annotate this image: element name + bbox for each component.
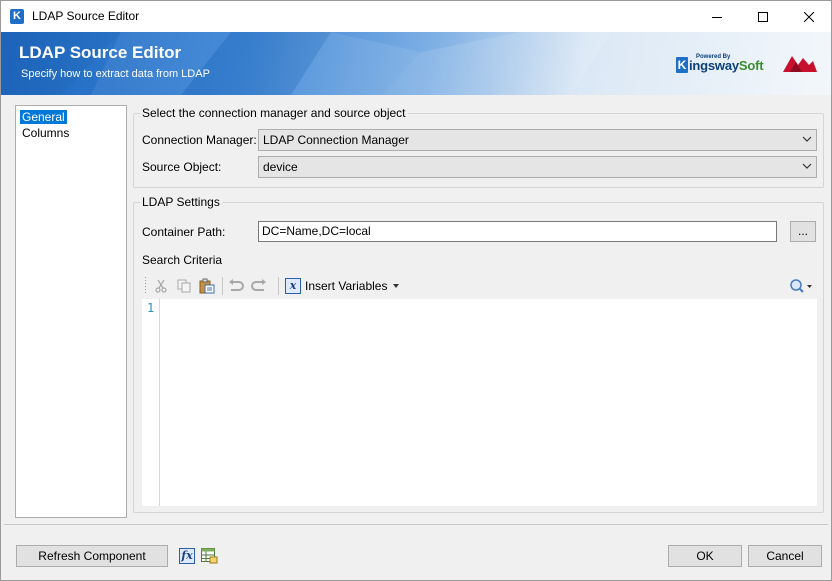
find-button[interactable] bbox=[788, 277, 814, 295]
search-criteria-label: Search Criteria bbox=[142, 253, 223, 267]
undo-button[interactable] bbox=[227, 277, 245, 295]
copy-button[interactable] bbox=[175, 277, 193, 295]
cut-button[interactable] bbox=[152, 277, 170, 295]
close-button[interactable] bbox=[786, 1, 832, 32]
banner-subtitle: Specify how to extract data from LDAP bbox=[21, 68, 210, 80]
insert-variables-label: Insert Variables bbox=[305, 279, 388, 293]
mountain-logo-icon bbox=[783, 56, 817, 72]
cancel-button[interactable]: Cancel bbox=[748, 545, 822, 567]
page-navigation-list: General Columns bbox=[15, 105, 127, 518]
nav-item-columns[interactable]: Columns bbox=[20, 126, 71, 140]
minimize-icon bbox=[712, 16, 722, 18]
nav-item-general[interactable]: General bbox=[20, 110, 67, 124]
toolbar-grip bbox=[145, 277, 146, 295]
refresh-component-button[interactable]: Refresh Component bbox=[16, 545, 168, 567]
connection-group-label: Select the connection manager and source… bbox=[140, 106, 408, 120]
copy-icon bbox=[177, 279, 191, 293]
connection-manager-value: LDAP Connection Manager bbox=[263, 133, 409, 147]
kingswaysoft-k-icon: K bbox=[10, 9, 24, 24]
editor-text-area[interactable] bbox=[164, 301, 817, 506]
chevron-down-icon bbox=[802, 136, 812, 142]
source-object-label: Source Object: bbox=[142, 160, 222, 174]
variable-x-icon: x bbox=[285, 278, 301, 294]
header-banner: LDAP Source Editor Specify how to extrac… bbox=[1, 32, 831, 95]
connection-manager-select[interactable]: LDAP Connection Manager bbox=[258, 129, 817, 151]
ok-button[interactable]: OK bbox=[668, 545, 742, 567]
paste-icon bbox=[199, 278, 215, 294]
ldap-source-editor-window: K LDAP Source Editor LDAP Source Editor … bbox=[0, 0, 832, 581]
table-settings-icon[interactable] bbox=[201, 548, 218, 564]
brand-k-icon: K bbox=[676, 57, 688, 73]
chevron-down-icon bbox=[802, 163, 812, 169]
title-bar[interactable]: K LDAP Source Editor bbox=[1, 1, 831, 32]
toolbar-separator bbox=[222, 277, 223, 295]
editor-toolbar: x Insert Variables bbox=[142, 273, 817, 299]
footer-divider bbox=[4, 524, 828, 525]
maximize-icon bbox=[758, 11, 768, 22]
dropdown-arrow-icon bbox=[393, 284, 400, 288]
brand-name-main: ingsway bbox=[689, 58, 739, 73]
container-path-input[interactable]: DC=Name,DC=local bbox=[258, 221, 777, 242]
redo-button[interactable] bbox=[250, 277, 268, 295]
maximize-button[interactable] bbox=[740, 1, 786, 32]
ldap-settings-group-label: LDAP Settings bbox=[140, 195, 222, 209]
expression-fx-icon[interactable]: fx bbox=[179, 548, 195, 564]
redo-icon bbox=[251, 279, 266, 291]
search-icon bbox=[790, 279, 812, 293]
container-path-label: Container Path: bbox=[142, 225, 226, 239]
insert-variables-button[interactable]: x Insert Variables bbox=[285, 276, 400, 296]
banner-title: LDAP Source Editor bbox=[19, 43, 182, 62]
connection-manager-label: Connection Manager: bbox=[142, 133, 257, 147]
paste-button[interactable] bbox=[198, 277, 216, 295]
source-object-select[interactable]: device bbox=[258, 156, 817, 178]
brand-name-soft: Soft bbox=[738, 58, 764, 73]
close-icon bbox=[804, 11, 814, 22]
line-number: 1 bbox=[147, 301, 155, 315]
cut-icon bbox=[155, 279, 167, 293]
kingswaysoft-logo: Powered By K ingswaySoft bbox=[676, 52, 766, 80]
minimize-button[interactable] bbox=[694, 1, 740, 32]
source-object-value: device bbox=[263, 160, 298, 174]
toolbar-separator bbox=[278, 277, 279, 295]
undo-icon bbox=[229, 279, 244, 291]
line-number-gutter: 1 bbox=[142, 299, 160, 506]
window-title: LDAP Source Editor bbox=[32, 9, 140, 23]
search-criteria-editor[interactable]: 1 bbox=[142, 299, 817, 506]
browse-container-button[interactable]: ... bbox=[790, 221, 816, 242]
brand-name: ingswaySoft bbox=[689, 58, 764, 73]
